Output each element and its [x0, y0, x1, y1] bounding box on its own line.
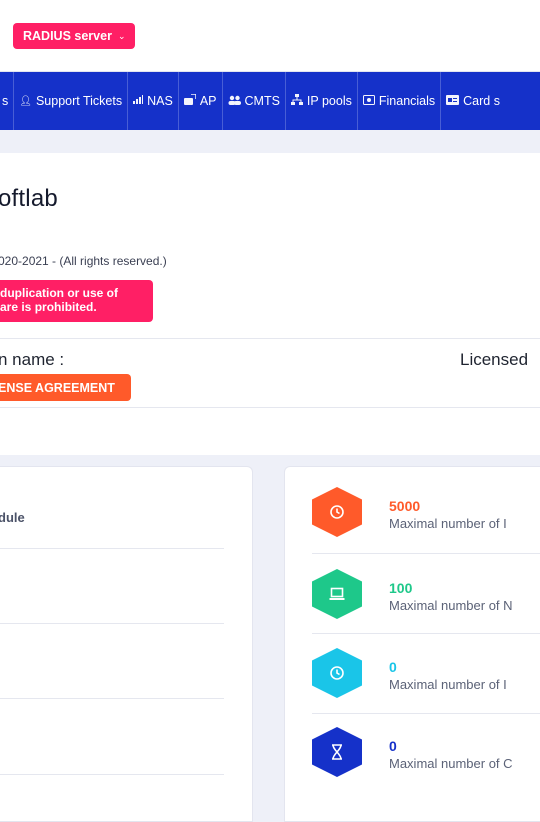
stat-label: Maximal number of C: [389, 756, 513, 771]
divider: [312, 633, 540, 634]
company-name-label: n name :: [0, 350, 65, 369]
nav-item-cmts[interactable]: CMTS: [223, 72, 286, 130]
page-gap: [0, 130, 540, 153]
nav-item-support-tickets[interactable]: 👤︎ Support Tickets: [14, 72, 129, 130]
radius-server-button[interactable]: RADIUS server ⌄: [13, 23, 136, 49]
stat-label: Maximal number of I: [389, 677, 507, 692]
license-agreement-button[interactable]: ENSE AGREEMENT: [0, 374, 131, 401]
stat-label: Maximal number of N: [389, 598, 513, 613]
stat-item: 5000 Maximal number of I: [312, 487, 540, 537]
signal-icon: [133, 95, 144, 107]
access-point-icon: [183, 93, 197, 108]
laptop-icon: [312, 569, 362, 619]
hourglass-icon: [312, 727, 362, 777]
stat-value: 100: [389, 580, 413, 596]
nav-item-partial[interactable]: s: [0, 72, 15, 130]
card-icon: [446, 94, 460, 108]
table-row-divider: [0, 623, 224, 624]
chevron-down-icon: ⌄: [117, 30, 126, 41]
stat-label: Maximal number of I: [389, 516, 507, 531]
stat-item: 0 Maximal number of C: [312, 727, 540, 777]
network-icon: [290, 93, 303, 109]
top-bar: RADIUS server ⌄: [0, 0, 540, 72]
stat-item: 100 Maximal number of N: [312, 569, 540, 619]
divider: [0, 338, 540, 339]
table-row-divider: [0, 774, 224, 775]
divider: [312, 713, 540, 714]
copyright-text: 020-2021 - (All rights reserved.): [0, 254, 167, 268]
users-icon: [228, 95, 241, 108]
divider: [0, 407, 540, 408]
radius-server-label: RADIUS server: [23, 29, 112, 43]
stat-item: 0 Maximal number of I: [312, 648, 540, 698]
divider: [312, 553, 540, 554]
money-icon: [362, 94, 375, 108]
table-row-divider: [0, 548, 224, 549]
nav-item-nas[interactable]: NAS: [128, 72, 179, 130]
clock-icon: [312, 648, 362, 698]
nav-item-ip-pools[interactable]: IP pools: [286, 72, 358, 130]
modules-panel: [0, 466, 253, 822]
nav-item-ap[interactable]: AP: [179, 72, 223, 130]
stat-value: 0: [389, 659, 397, 675]
module-column-header: dule: [0, 510, 25, 525]
licensed-label: Licensed: [460, 350, 529, 369]
copyright-warning-badge: duplication or use of are is prohibited.: [0, 280, 153, 322]
clock-icon: [312, 487, 362, 537]
brand-title: oftlab: [0, 185, 58, 212]
table-row-divider: [0, 698, 224, 699]
user-icon: 👤︎: [19, 95, 32, 107]
nav-item-cards[interactable]: Card s: [441, 72, 505, 130]
main-nav: s 👤︎ Support Tickets NAS AP CMTS IP pool…: [0, 72, 540, 130]
stat-value: 5000: [389, 498, 421, 514]
stat-value: 0: [389, 738, 397, 754]
nav-item-financials[interactable]: Financials: [358, 72, 442, 130]
